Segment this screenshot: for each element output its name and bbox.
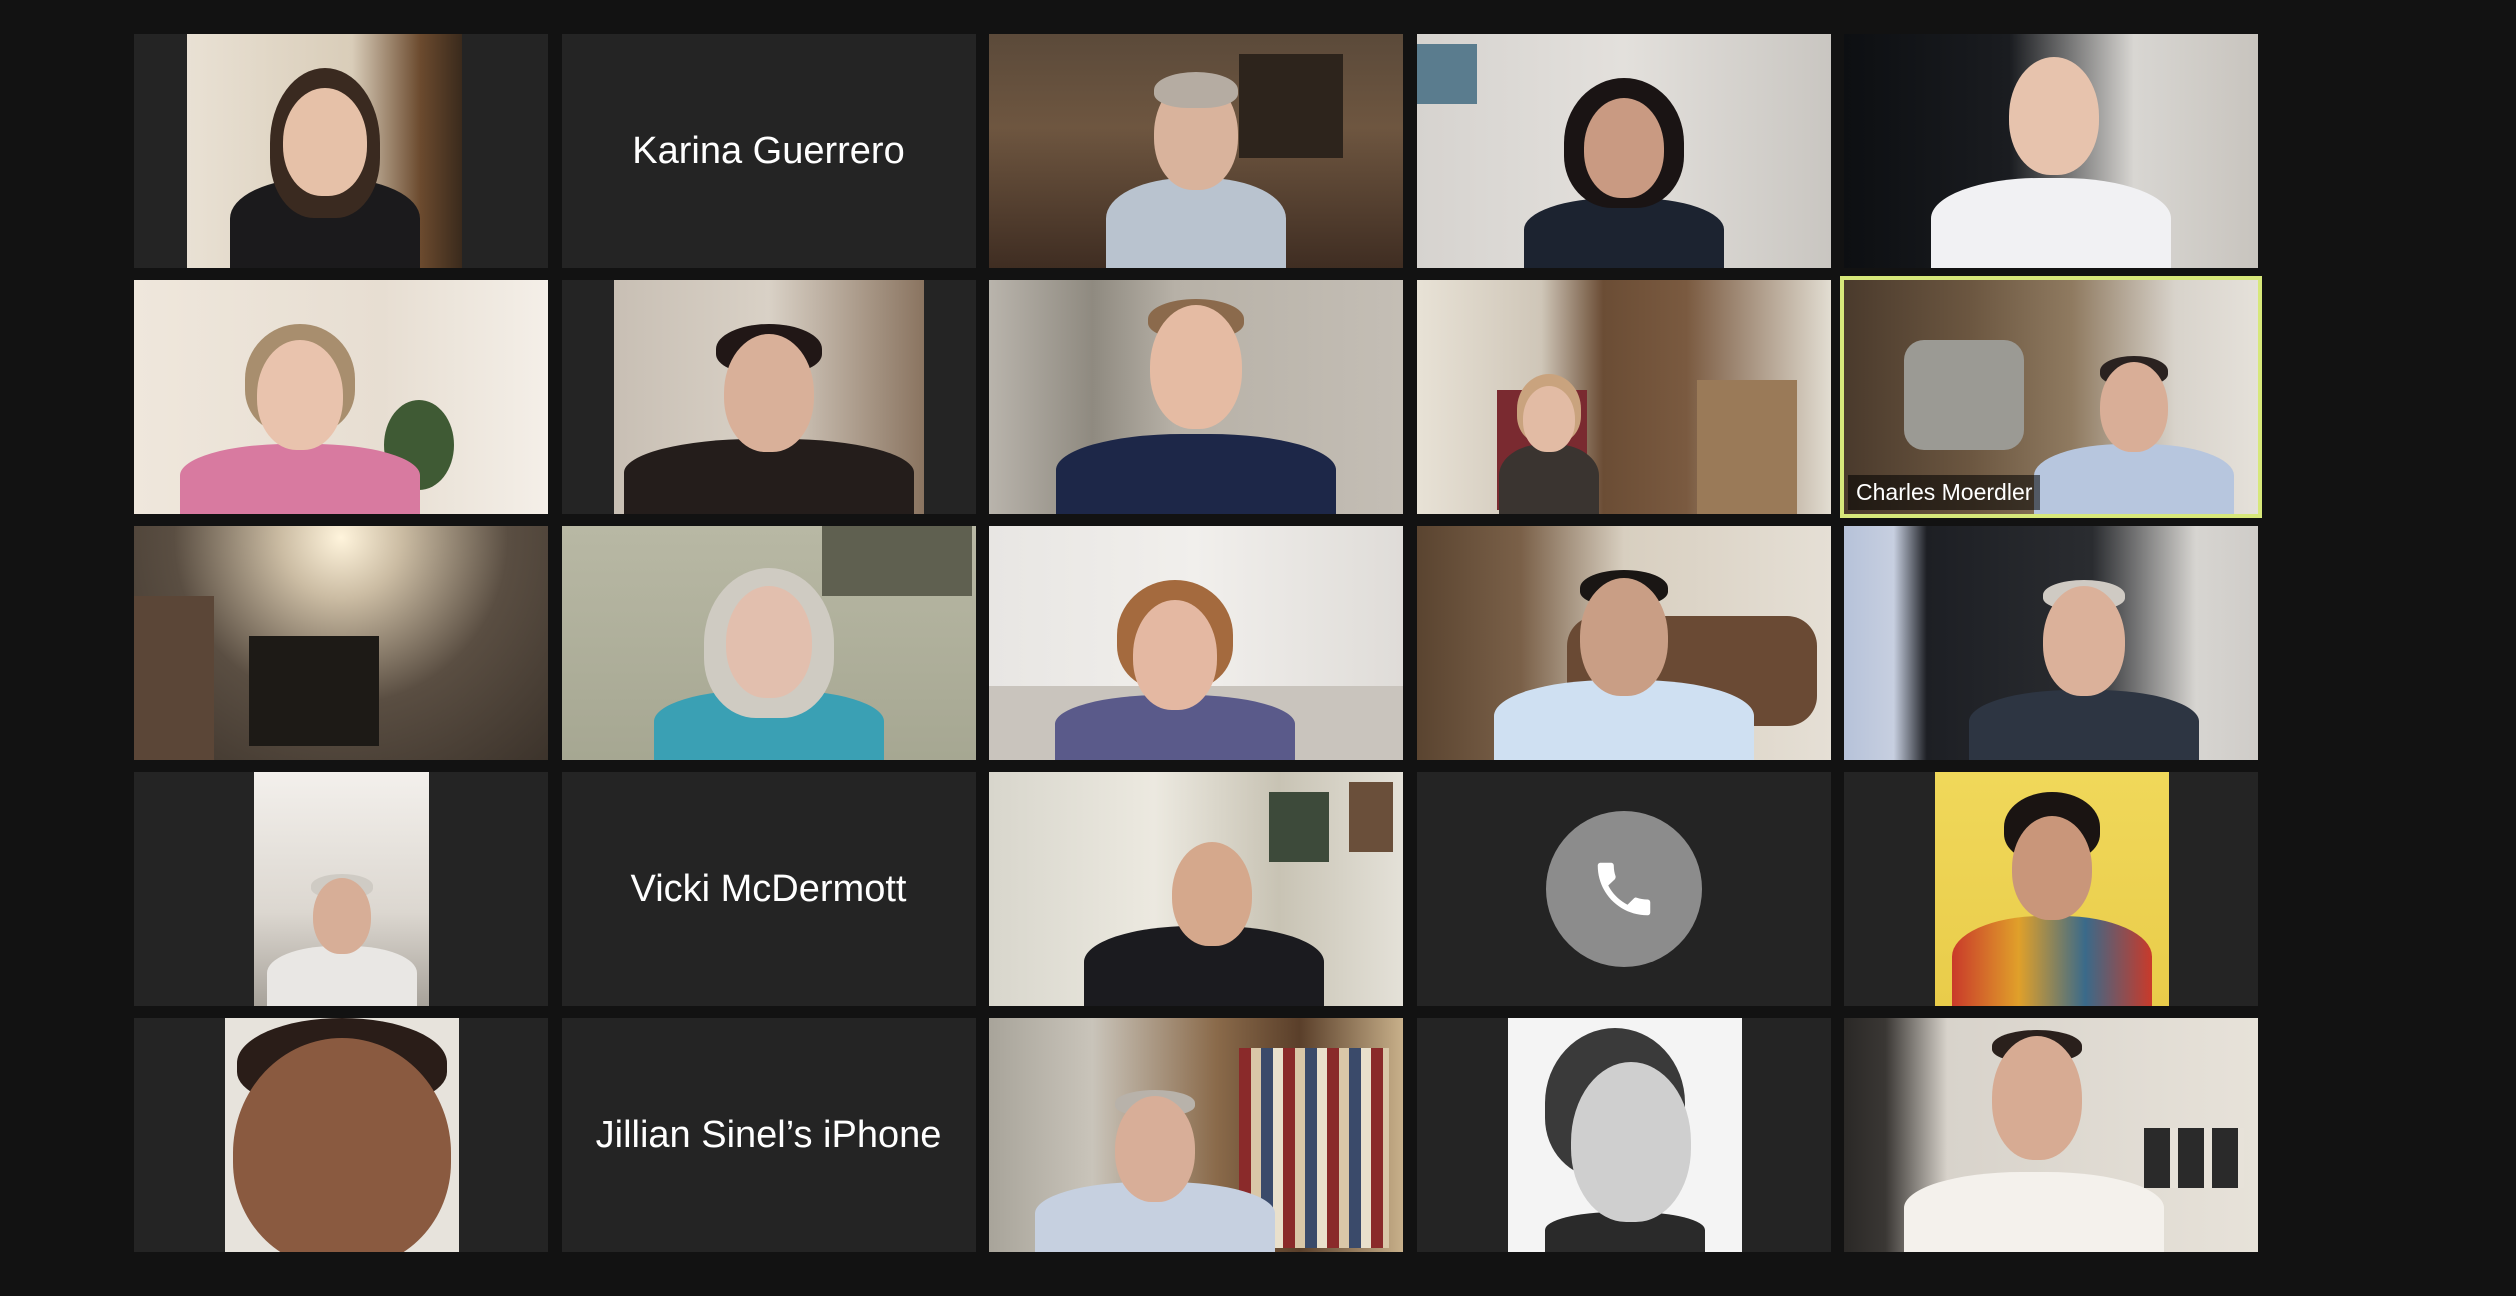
participant-tile-3[interactable] — [989, 34, 1403, 268]
participant-video — [989, 1018, 1403, 1252]
person-silhouette — [227, 1018, 457, 1252]
phone-icon — [1545, 811, 1702, 967]
person-silhouette — [1514, 58, 1734, 268]
participant-video — [1935, 772, 2169, 1006]
person-silhouette — [1904, 1022, 2165, 1252]
participant-video — [1844, 34, 2258, 268]
person-silhouette — [1931, 43, 2171, 268]
participant-tile-7[interactable] — [561, 280, 976, 514]
participant-tile-5[interactable] — [1844, 34, 2258, 268]
gallery-grid: Karina Guerrero Charles Moerdler Vicki M… — [134, 34, 2266, 1252]
person-silhouette — [2033, 344, 2234, 514]
participant-name-label: Charles Moerdler — [1848, 475, 2041, 510]
participant-name: Karina Guerrero — [632, 129, 905, 172]
person-silhouette — [653, 550, 884, 760]
participant-video — [1416, 526, 1831, 760]
person-silhouette — [623, 304, 914, 514]
participant-tile-16[interactable] — [134, 772, 548, 1006]
participant-video — [1416, 34, 1831, 268]
participant-tile-24[interactable] — [1416, 1018, 1831, 1252]
person-silhouette — [1952, 786, 2152, 1006]
person-silhouette — [175, 304, 425, 514]
person-silhouette — [1084, 826, 1325, 1006]
participant-tile-6[interactable] — [134, 280, 548, 514]
participant-video — [1507, 1018, 1742, 1252]
participant-video — [1844, 1018, 2258, 1252]
person-silhouette — [266, 846, 417, 1006]
person-silhouette — [1034, 1072, 1275, 1252]
participant-tile-4[interactable] — [1416, 34, 1831, 268]
participant-tile-13[interactable] — [989, 526, 1403, 760]
participant-video — [134, 526, 548, 760]
participant-tile-15[interactable] — [1844, 526, 2258, 760]
participant-tile-10-active-speaker[interactable]: Charles Moerdler — [1840, 276, 2262, 518]
participant-video — [134, 280, 548, 514]
participant-name: Vicki McDermott — [630, 867, 907, 910]
person-silhouette — [1969, 560, 2200, 760]
person-silhouette — [1055, 560, 1296, 760]
participant-video — [225, 1018, 459, 1252]
participant-tile-19-phone[interactable] — [1416, 772, 1831, 1006]
participant-tile-9[interactable] — [1416, 280, 1831, 514]
person-silhouette — [215, 48, 435, 268]
participant-tile-18[interactable] — [989, 772, 1403, 1006]
participant-tile-20[interactable] — [1844, 772, 2258, 1006]
person-silhouette — [1489, 364, 1609, 514]
participant-video — [561, 526, 976, 760]
participant-tile-1[interactable] — [134, 34, 548, 268]
participant-tile-2[interactable]: Karina Guerrero — [561, 34, 976, 268]
participant-video — [989, 34, 1403, 268]
participant-video — [989, 526, 1403, 760]
participant-tile-23[interactable] — [989, 1018, 1403, 1252]
participant-video — [613, 280, 924, 514]
participant-video — [989, 280, 1403, 514]
participant-video — [989, 772, 1403, 1006]
participant-tile-22[interactable]: Jillian Sinel’s iPhone — [561, 1018, 976, 1252]
person-silhouette — [1493, 550, 1754, 760]
participant-tile-11[interactable] — [134, 526, 548, 760]
participant-video — [1844, 526, 2258, 760]
participant-tile-21[interactable] — [134, 1018, 548, 1252]
person-silhouette — [1525, 1022, 1725, 1252]
participant-video — [187, 34, 462, 268]
participant-tile-8[interactable] — [989, 280, 1403, 514]
participant-tile-14[interactable] — [1416, 526, 1831, 760]
person-silhouette — [1056, 289, 1336, 514]
participant-video — [1416, 280, 1831, 514]
person-silhouette — [1096, 58, 1296, 268]
participant-video — [254, 772, 429, 1006]
participant-name: Jillian Sinel’s iPhone — [595, 1113, 942, 1156]
participant-tile-17[interactable]: Vicki McDermott — [561, 772, 976, 1006]
participant-tile-12[interactable] — [561, 526, 976, 760]
participant-tile-25[interactable] — [1844, 1018, 2258, 1252]
